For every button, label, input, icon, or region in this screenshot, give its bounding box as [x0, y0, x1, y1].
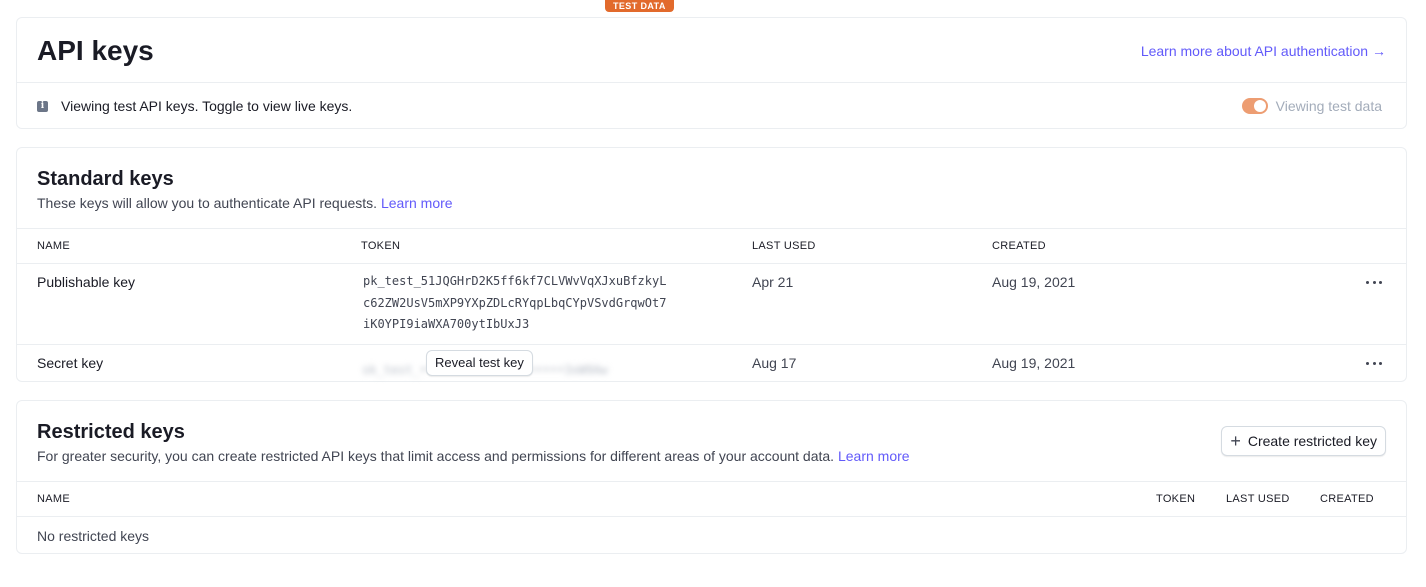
- column-header-token: TOKEN: [361, 240, 401, 252]
- test-data-toggle-row[interactable]: Viewing test data: [1241, 98, 1382, 114]
- header-card: API keys Learn more about API authentica…: [16, 17, 1407, 129]
- column-header-created: CREATED: [992, 240, 1046, 252]
- last-used: Apr 21: [752, 274, 794, 290]
- description-text: These keys will allow you to authenticat…: [37, 195, 378, 211]
- toggle-label: Viewing test data: [1275, 98, 1382, 114]
- divider: [17, 481, 1406, 482]
- description-text: For greater security, you can create res…: [37, 448, 835, 464]
- more-icon[interactable]: [1366, 277, 1382, 287]
- divider: [17, 82, 1406, 83]
- info-text: Viewing test API keys. Toggle to view li…: [61, 98, 353, 114]
- learn-more-link[interactable]: Learn more: [381, 195, 453, 211]
- reveal-test-key-button[interactable]: Reveal test key: [426, 350, 533, 376]
- divider: [17, 516, 1406, 517]
- toggle-knob: [1253, 100, 1266, 112]
- restricted-keys-card: Restricted keys For greater security, yo…: [16, 400, 1407, 554]
- api-auth-link[interactable]: Learn more about API authentication →: [1141, 43, 1386, 59]
- info-icon: i: [37, 100, 48, 112]
- created-date: Aug 19, 2021: [992, 274, 1076, 290]
- token-line: pk_test_51JQGHrD2K5ff6kf7CLVWvVqXJxuBfzk…: [363, 274, 667, 288]
- more-icon[interactable]: [1366, 358, 1382, 368]
- column-header-name: NAME: [37, 493, 70, 505]
- column-header-name: NAME: [37, 240, 70, 252]
- section-title: Standard keys: [37, 168, 174, 190]
- page-title: API keys: [37, 35, 154, 66]
- created-date: Aug 19, 2021: [992, 355, 1076, 371]
- test-data-toggle[interactable]: [1241, 98, 1268, 114]
- section-description: These keys will allow you to authenticat…: [37, 195, 453, 211]
- standard-keys-card: Standard keys These keys will allow you …: [16, 147, 1407, 382]
- column-header-token: TOKEN: [1156, 493, 1196, 505]
- divider: [17, 344, 1406, 345]
- info-banner: i Viewing test API keys. Toggle to view …: [37, 98, 352, 114]
- column-header-last-used: LAST USED: [752, 240, 816, 252]
- last-used: Aug 17: [752, 355, 797, 371]
- button-label: Create restricted key: [1247, 433, 1377, 449]
- divider: [17, 263, 1406, 264]
- key-name: Publishable key: [37, 274, 136, 290]
- create-restricted-key-button[interactable]: + Create restricted key: [1221, 426, 1386, 456]
- learn-more-link[interactable]: Learn more: [838, 448, 910, 464]
- column-header-created: CREATED: [1320, 493, 1374, 505]
- section-title: Restricted keys: [37, 421, 185, 443]
- column-header-last-used: LAST USED: [1226, 493, 1290, 505]
- plus-icon: +: [1230, 431, 1241, 451]
- test-data-badge: TEST DATA: [605, 0, 674, 12]
- publishable-token[interactable]: pk_test_51JQGHrD2K5ff6kf7CLVWvVqXJxuBfzk…: [363, 271, 666, 336]
- empty-state-text: No restricted keys: [37, 528, 150, 544]
- section-description: For greater security, you can create res…: [37, 448, 910, 464]
- divider: [17, 228, 1406, 229]
- key-name: Secret key: [37, 355, 104, 371]
- token-line: c62ZW2UsV5mXP9YXpZDLcRYqpLbqCYpVSvdGrqwO…: [363, 295, 667, 310]
- token-line: iK0YPI9iaWXA700ytIbUxJ3: [363, 317, 530, 331]
